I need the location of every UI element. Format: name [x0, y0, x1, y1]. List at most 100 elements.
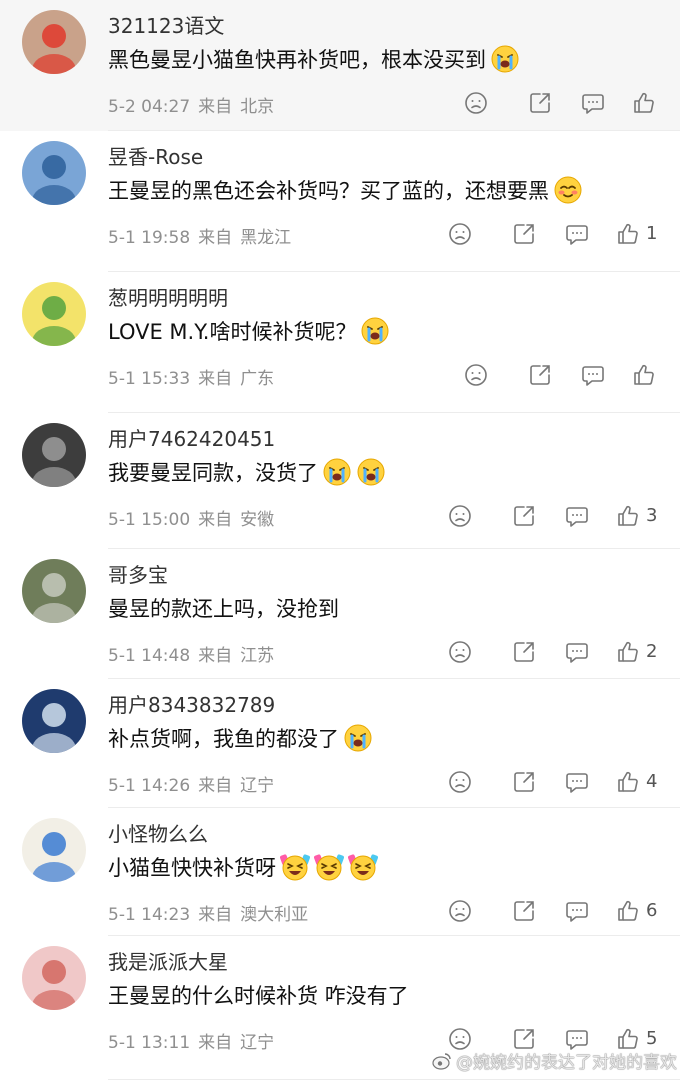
comment-text: 小猫鱼快快补货呀	[108, 852, 378, 882]
comment-time: 5-1 13:11	[108, 1033, 191, 1053]
comment-icon	[565, 504, 589, 528]
avatar[interactable]	[22, 141, 86, 205]
repost-icon	[512, 222, 536, 246]
crying-face-emoji	[343, 723, 373, 753]
comment-username[interactable]: 昱香-Rose	[108, 141, 203, 170]
comment-username[interactable]: 葱明明明明明	[108, 282, 228, 311]
repost-button[interactable]	[510, 897, 538, 925]
comment-username[interactable]: 321123语文	[108, 10, 224, 39]
comment-username[interactable]: 用户7462420451	[108, 423, 275, 452]
comment-item[interactable]: 葱明明明明明 LOVE M.Y.啥时候补货呢？ 5-1 15:33 来自 广东	[0, 272, 680, 413]
comment-icon	[565, 770, 589, 794]
comment-location: 安徽	[240, 510, 275, 530]
repost-button[interactable]	[510, 220, 538, 248]
comment-username[interactable]: 哥多宝	[108, 559, 168, 588]
thumbs-up-button[interactable]	[614, 502, 642, 530]
repost-icon	[512, 770, 536, 794]
repost-icon	[528, 363, 552, 387]
dislike-button[interactable]	[446, 220, 474, 248]
thumbs-up-icon	[616, 504, 640, 528]
like-count: 2	[646, 641, 658, 662]
dislike-button[interactable]	[462, 361, 490, 389]
comment-time: 5-1 19:58	[108, 228, 191, 248]
comment-button[interactable]	[579, 89, 607, 117]
repost-button[interactable]	[510, 638, 538, 666]
avatar[interactable]	[22, 423, 86, 487]
dislike-icon	[464, 363, 488, 387]
thumbs-up-button[interactable]	[614, 638, 642, 666]
repost-button[interactable]	[526, 89, 554, 117]
comment-time: 5-1 15:00	[108, 510, 191, 530]
comment-text: 曼昱的款还上吗，没抢到	[108, 593, 339, 623]
comment-time: 5-1 14:23	[108, 905, 191, 925]
comment-item[interactable]: 昱香-Rose 王曼昱的黑色还会补货吗？买了蓝的，还想要黑 5-1 19:58 来自黑…	[0, 131, 680, 272]
comment-text-body: LOVE M.Y.啥时候补货呢？	[108, 320, 357, 344]
comment-text: 黑色曼昱小猫鱼快再补货吧，根本没买到	[108, 44, 520, 74]
repost-icon	[528, 91, 552, 115]
thumbs-up-button[interactable]	[630, 89, 658, 117]
comment-source-label: 来自	[198, 905, 233, 925]
comment-icon	[581, 363, 605, 387]
thumbs-up-icon	[616, 222, 640, 246]
thumbs-up-button[interactable]	[614, 897, 642, 925]
avatar[interactable]	[22, 282, 86, 346]
avatar[interactable]	[22, 689, 86, 753]
comment-button[interactable]	[563, 220, 591, 248]
avatar[interactable]	[22, 559, 86, 623]
comment-item[interactable]: 用户7462420451 我要曼昱同款，没货了 5-1 15:00 来自 安徽 3	[0, 413, 680, 549]
dislike-icon	[464, 91, 488, 115]
crying-face-emoji	[360, 316, 390, 346]
thumbs-up-button[interactable]	[630, 361, 658, 389]
comment-source-label: 来自	[198, 646, 233, 666]
comment-username[interactable]: 我是派派大星	[108, 946, 228, 975]
avatar[interactable]	[22, 818, 86, 882]
comment-location: 辽宁	[240, 1033, 275, 1053]
repost-button[interactable]	[526, 361, 554, 389]
repost-icon	[512, 640, 536, 664]
dislike-icon	[448, 640, 472, 664]
comment-item[interactable]: 哥多宝曼昱的款还上吗，没抢到 5-1 14:48 来自 江苏 2	[0, 549, 680, 679]
comment-location: 北京	[240, 97, 275, 117]
thumbs-up-button[interactable]	[614, 220, 642, 248]
repost-icon	[512, 504, 536, 528]
comment-username[interactable]: 用户8343832789	[108, 689, 275, 718]
comment-text-body: 王曼昱的什么时候补货 咋没有了	[108, 984, 409, 1008]
watermark: @婉婉约的表达了对她的喜欢	[432, 1048, 677, 1073]
comment-text: 王曼昱的什么时候补货 咋没有了	[108, 980, 409, 1010]
comment-button[interactable]	[563, 768, 591, 796]
comment-meta: 5-1 19:58 来自 黑龙江	[108, 223, 291, 248]
dislike-button[interactable]	[446, 638, 474, 666]
comment-time: 5-2 04:27	[108, 97, 191, 117]
dislike-button[interactable]	[446, 502, 474, 530]
dislike-button[interactable]	[446, 768, 474, 796]
thumbs-up-icon	[632, 91, 656, 115]
dislike-button[interactable]	[446, 897, 474, 925]
comment-text: 我要曼昱同款，没货了	[108, 457, 386, 487]
comment-button[interactable]	[579, 361, 607, 389]
avatar[interactable]	[22, 946, 86, 1010]
comment-button[interactable]	[563, 638, 591, 666]
repost-button[interactable]	[510, 502, 538, 530]
like-count: 6	[646, 900, 658, 921]
thumbs-up-button[interactable]	[614, 768, 642, 796]
comment-meta: 5-1 13:11 来自 辽宁	[108, 1028, 274, 1053]
comment-item[interactable]: 321123语文 黑色曼昱小猫鱼快再补货吧，根本没买到 5-2 04:27 来自 北京	[0, 0, 680, 131]
repost-button[interactable]	[510, 768, 538, 796]
comment-username[interactable]: 小怪物么么	[108, 818, 208, 847]
comment-button[interactable]	[563, 502, 591, 530]
dislike-icon	[448, 504, 472, 528]
dislike-icon	[448, 899, 472, 923]
comment-source-label: 来自	[198, 776, 233, 796]
comment-text: 补点货啊，我鱼的都没了	[108, 723, 373, 753]
thumbs-up-icon	[616, 770, 640, 794]
avatar[interactable]	[22, 10, 86, 74]
comment-item[interactable]: 用户8343832789 补点货啊，我鱼的都没了 5-1 14:26 来自 辽宁 4	[0, 679, 680, 808]
comment-meta: 5-1 15:00 来自 安徽	[108, 505, 274, 530]
comment-meta: 5-1 15:33 来自 广东	[108, 364, 274, 389]
comment-item[interactable]: 小怪物么么 小猫鱼快快补货呀 5-1 14:23 来自 澳大利亚 6	[0, 808, 680, 936]
comment-meta: 5-1 14:48 来自 江苏	[108, 641, 274, 666]
like-count: 4	[646, 771, 658, 792]
dislike-button[interactable]	[462, 89, 490, 117]
comment-button[interactable]	[563, 897, 591, 925]
comment-location: 江苏	[240, 646, 275, 666]
